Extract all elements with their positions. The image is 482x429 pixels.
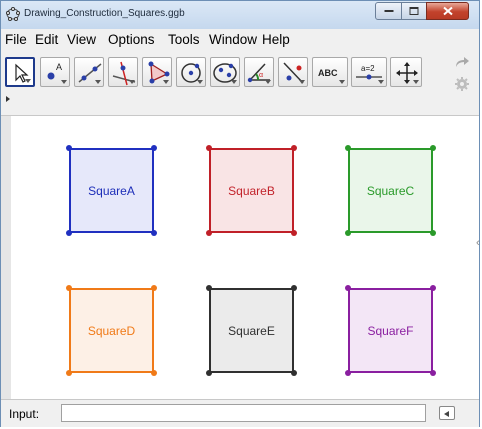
square-c[interactable]: SquareC — [348, 148, 433, 233]
square-label: SquareB — [228, 184, 275, 198]
menu-file[interactable]: File — [5, 32, 27, 47]
reflect-tool-button[interactable] — [278, 57, 308, 87]
ellipse-tool-button[interactable] — [210, 57, 240, 87]
triangle-left-icon — [444, 411, 449, 417]
angle-tool-button[interactable]: α — [244, 57, 274, 87]
dropdown-triangle-icon — [197, 80, 203, 84]
vertex-point[interactable] — [345, 145, 351, 151]
vertex-point[interactable] — [291, 285, 297, 291]
vertex-point[interactable] — [151, 370, 157, 376]
toolbar-expand-arrow-icon[interactable] — [6, 96, 10, 102]
vertex-point[interactable] — [66, 370, 72, 376]
geogebra-logo-icon — [6, 7, 20, 21]
input-bar: Input: — [1, 399, 479, 427]
perpendicular-line-tool-button[interactable] — [108, 57, 138, 87]
dropdown-triangle-icon — [231, 80, 237, 84]
vertex-point[interactable] — [66, 285, 72, 291]
dropdown-triangle-icon — [95, 80, 101, 84]
vertex-point[interactable] — [206, 230, 212, 236]
square-a[interactable]: SquareA — [69, 148, 154, 233]
redo-icon[interactable] — [453, 55, 471, 69]
gear-icon[interactable] — [454, 76, 470, 92]
move-tool-button[interactable] — [5, 57, 35, 87]
svg-text:a=2: a=2 — [361, 64, 375, 73]
input-label: Input: — [9, 407, 40, 421]
vertex-point[interactable] — [291, 145, 297, 151]
svg-text:α: α — [259, 72, 263, 79]
app-window: Drawing_Construction_Squares.ggb File Ed… — [0, 0, 480, 427]
collapse-panel-icon[interactable]: ‹ — [476, 237, 480, 249]
menu-help[interactable]: Help — [262, 32, 290, 47]
vertex-point[interactable] — [151, 285, 157, 291]
vertex-point[interactable] — [206, 285, 212, 291]
minimize-icon — [384, 10, 393, 12]
menu-options[interactable]: Options — [108, 32, 155, 47]
input-help-button[interactable] — [439, 406, 455, 420]
vertex-point[interactable] — [151, 145, 157, 151]
vertex-point[interactable] — [151, 230, 157, 236]
window-title: Drawing_Construction_Squares.ggb — [24, 8, 185, 19]
maximize-icon — [409, 7, 419, 15]
square-f[interactable]: SquareF — [348, 288, 433, 373]
vertex-point[interactable] — [66, 230, 72, 236]
menu-window[interactable]: Window — [209, 32, 257, 47]
square-e[interactable]: SquareE — [209, 288, 294, 373]
vertex-point[interactable] — [345, 370, 351, 376]
vertex-point[interactable] — [430, 285, 436, 291]
vertex-point[interactable] — [66, 145, 72, 151]
title-bar: Drawing_Construction_Squares.ggb — [1, 1, 479, 29]
square-label: SquareF — [367, 324, 414, 338]
point-tool-button[interactable]: A — [40, 57, 70, 87]
vertex-point[interactable] — [430, 370, 436, 376]
maximize-button[interactable] — [401, 2, 427, 20]
vertex-point[interactable] — [206, 145, 212, 151]
polygon-tool-button[interactable] — [142, 57, 172, 87]
menu-bar: File Edit View Options Tools Window Help — [1, 29, 479, 51]
vertex-point[interactable] — [345, 230, 351, 236]
menu-tools[interactable]: Tools — [168, 32, 200, 47]
dropdown-triangle-icon — [163, 80, 169, 84]
close-icon — [442, 6, 453, 16]
vertex-point[interactable] — [430, 230, 436, 236]
dropdown-triangle-icon — [61, 80, 67, 84]
square-label: SquareC — [366, 184, 415, 198]
svg-text:A: A — [56, 62, 62, 72]
dropdown-triangle-icon — [413, 80, 419, 84]
menu-view[interactable]: View — [67, 32, 96, 47]
dropdown-triangle-icon — [299, 80, 305, 84]
input-field[interactable] — [61, 404, 426, 422]
vertex-point[interactable] — [345, 285, 351, 291]
toolbar: A α ABC a=2 — [1, 51, 479, 116]
line-tool-button[interactable] — [74, 57, 104, 87]
square-b[interactable]: SquareB — [209, 148, 294, 233]
close-button[interactable] — [426, 2, 469, 20]
svg-text:ABC: ABC — [318, 68, 338, 78]
square-label: SquareA — [88, 184, 135, 198]
menu-edit[interactable]: Edit — [35, 32, 58, 47]
dropdown-triangle-icon — [25, 79, 31, 83]
text-tool-button[interactable]: ABC — [312, 57, 348, 87]
square-d[interactable]: SquareD — [69, 288, 154, 373]
circle-tool-button[interactable] — [176, 57, 206, 87]
vertex-point[interactable] — [206, 370, 212, 376]
side-panel-strip — [1, 116, 11, 399]
vertex-point[interactable] — [291, 230, 297, 236]
dropdown-triangle-icon — [339, 80, 345, 84]
dropdown-triangle-icon — [378, 80, 384, 84]
slider-tool-button[interactable]: a=2 — [351, 57, 387, 87]
vertex-point[interactable] — [291, 370, 297, 376]
minimize-button[interactable] — [375, 2, 402, 20]
square-label: SquareD — [87, 324, 136, 338]
square-label: SquareE — [228, 324, 275, 338]
vertex-point[interactable] — [430, 145, 436, 151]
dropdown-triangle-icon — [265, 80, 271, 84]
dropdown-triangle-icon — [129, 80, 135, 84]
move-view-tool-button[interactable] — [390, 57, 422, 87]
